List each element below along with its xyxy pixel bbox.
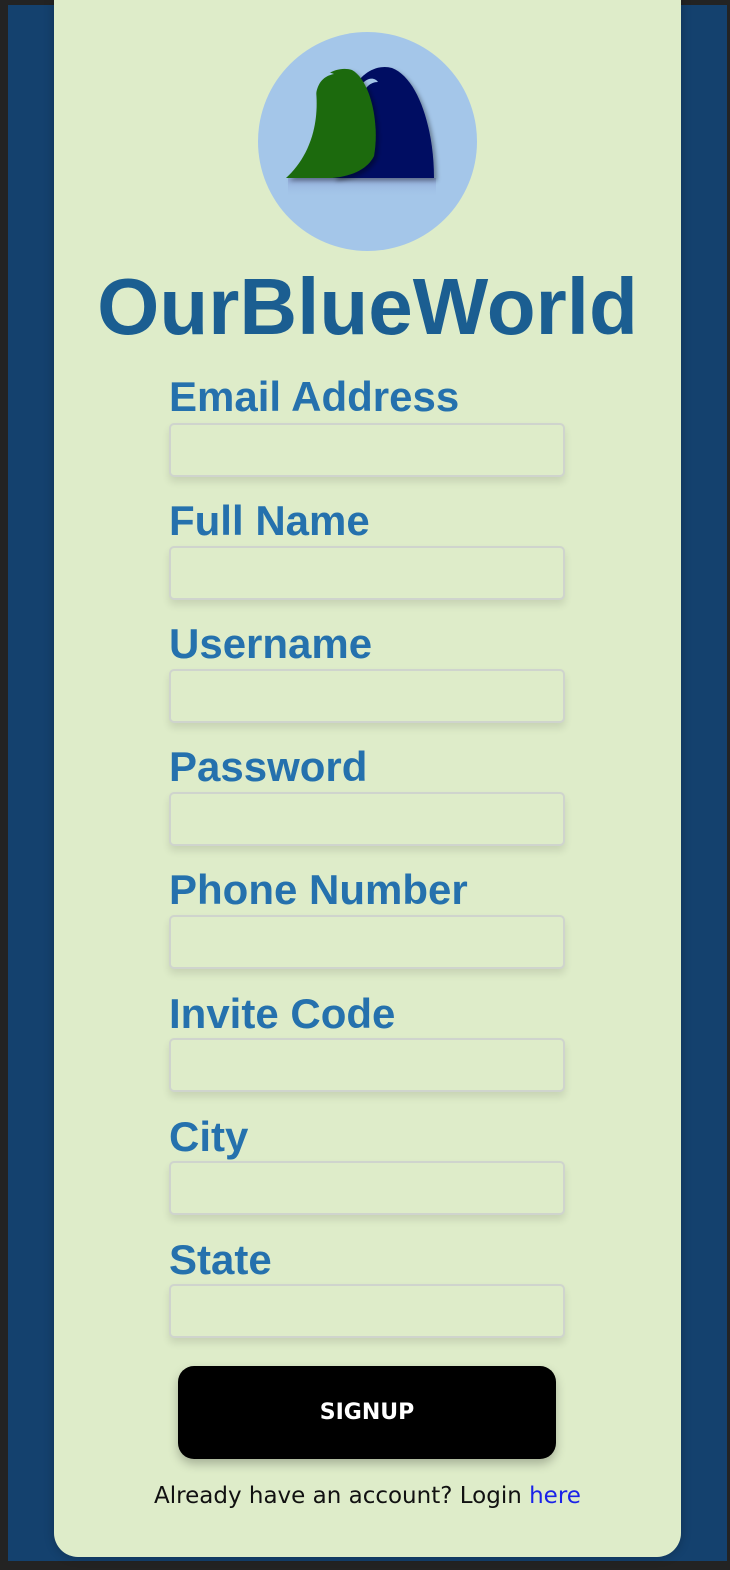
username-input[interactable] bbox=[169, 669, 565, 723]
state-input[interactable] bbox=[169, 1284, 565, 1338]
app-title: OurBlueWorld bbox=[97, 262, 638, 351]
email-address-label: Email Address bbox=[169, 373, 460, 420]
username-label: Username bbox=[169, 620, 373, 667]
signup-button[interactable]: SIGNUP bbox=[178, 1366, 556, 1459]
city-input[interactable] bbox=[169, 1161, 565, 1215]
email-address-input[interactable] bbox=[169, 423, 565, 477]
password-label: Password bbox=[169, 743, 368, 790]
full-name-input[interactable] bbox=[169, 546, 565, 600]
wave-fins-logo-icon bbox=[258, 32, 477, 251]
invite-code-label: Invite Code bbox=[169, 990, 396, 1037]
login-prompt-text: Already have an account? Login bbox=[154, 1483, 530, 1509]
login-here-link[interactable]: here bbox=[529, 1483, 581, 1509]
full-name-label: Full Name bbox=[169, 497, 370, 544]
city-label: City bbox=[169, 1113, 249, 1160]
state-label: State bbox=[169, 1236, 272, 1283]
password-input[interactable] bbox=[169, 792, 565, 846]
invite-code-input[interactable] bbox=[169, 1038, 565, 1092]
login-prompt: Already have an account? Login here bbox=[54, 1480, 681, 1512]
phone-number-label: Phone Number bbox=[169, 866, 468, 913]
phone-number-input[interactable] bbox=[169, 915, 565, 969]
